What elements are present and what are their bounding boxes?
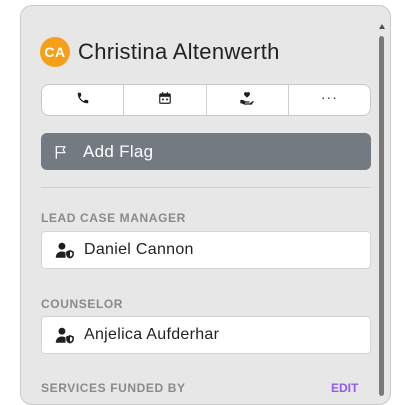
call-button[interactable]	[42, 85, 125, 115]
client-card: CA Christina Altenwerth ··· Add Flag LEA…	[20, 5, 391, 405]
add-flag-button[interactable]: Add Flag	[41, 133, 371, 170]
lead-case-manager-label: LEAD CASE MANAGER	[41, 211, 186, 225]
section-divider	[41, 187, 371, 188]
client-name: Christina Altenwerth	[78, 39, 280, 64]
counselor-label: COUNSELOR	[41, 297, 124, 311]
avatar: CA	[40, 37, 70, 67]
edit-link[interactable]: EDIT	[331, 381, 358, 395]
more-icon: ···	[320, 89, 338, 105]
services-funded-by-label: SERVICES FUNDED BY	[41, 381, 186, 395]
schedule-button[interactable]	[124, 85, 207, 115]
calendar-icon	[158, 91, 172, 110]
user-shield-icon	[55, 241, 75, 259]
hand-heart-icon	[239, 90, 255, 111]
scroll-up-arrow-icon[interactable]	[379, 24, 385, 29]
scroll-thumb[interactable]	[379, 36, 384, 396]
lead-case-manager-field[interactable]: Daniel Cannon	[41, 231, 371, 269]
counselor-field[interactable]: Anjelica Aufderhar	[41, 316, 371, 354]
quick-actions-bar: ···	[41, 84, 371, 116]
lead-case-manager-name: Daniel Cannon	[84, 241, 194, 258]
phone-icon	[76, 91, 90, 110]
scrollbar[interactable]	[378, 24, 386, 396]
add-flag-label: Add Flag	[83, 141, 154, 161]
client-header: CA Christina Altenwerth	[40, 37, 280, 67]
services-button[interactable]	[207, 85, 289, 115]
counselor-name: Anjelica Aufderhar	[84, 326, 220, 343]
flag-icon	[53, 144, 69, 160]
more-actions-button[interactable]: ···	[289, 85, 370, 115]
user-shield-icon	[55, 326, 75, 344]
